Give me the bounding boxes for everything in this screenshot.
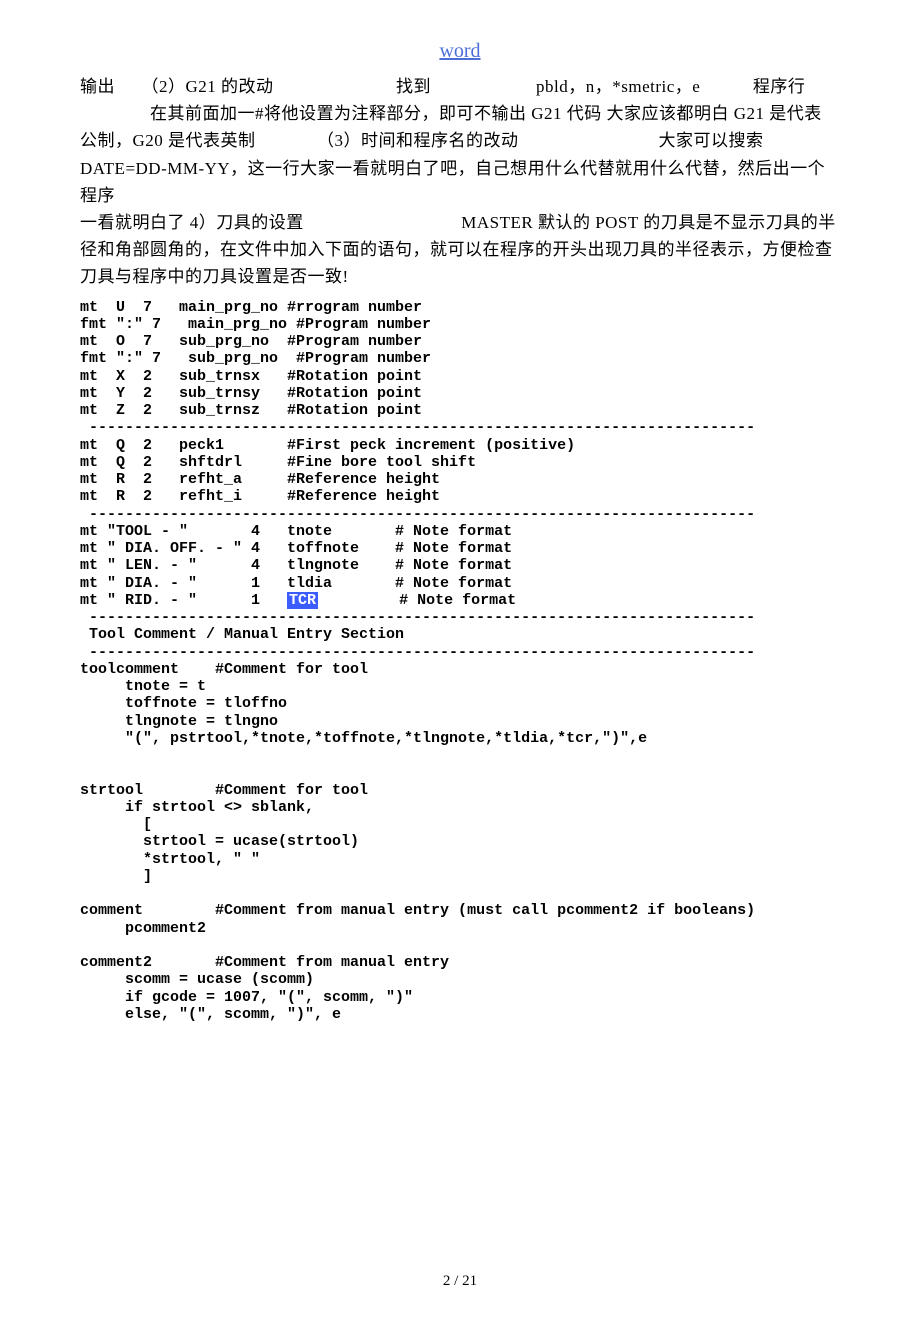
code-block: mt U 7 main_prg_no #rrogram number fmt "… [80,299,840,1024]
code-line: mt "TOOL - " 4 tnote # Note format [80,523,512,540]
text-line: 一看就明白了 4）刀具的设置 MASTER 默认的 POST 的刀具是不显示刀具… [80,209,840,236]
code-line: mt " RID. - " 1 TCR # Note format [80,592,516,609]
code-line: tlngnote = tlngno [80,713,278,730]
page-footer: 2 / 21 [80,1273,840,1290]
code-line: ] [80,868,152,885]
code-line: mt " DIA. - " 1 tldia # Note format [80,575,512,592]
code-line: mt R 2 refht_i #Reference height [80,488,440,505]
code-separator: ----------------------------------------… [80,609,755,626]
code-line: mt R 2 refht_a #Reference height [80,471,440,488]
text-line: 公制，G20 是代表英制 （3）时间和程序名的改动 大家可以搜索 [80,127,840,154]
text-line: 刀具与程序中的刀具设置是否一致! [80,263,840,290]
code-line: Tool Comment / Manual Entry Section [80,626,404,643]
code-line: mt U 7 main_prg_no #rrogram number [80,299,422,316]
code-line: if gcode = 1007, "(", scomm, ")" [80,989,413,1006]
code-line: mt Q 2 shftdrl #Fine bore tool shift [80,454,476,471]
code-line: strtool = ucase(strtool) [80,833,359,850]
code-line: mt Y 2 sub_trnsy #Rotation point [80,385,422,402]
code-line: toffnote = tloffno [80,695,287,712]
code-line: mt Z 2 sub_trnsz #Rotation point [80,402,422,419]
chinese-paragraph: 输出 （2）G21 的改动 找到 pbld，n，*smetric，e 程序行 在… [80,73,840,291]
code-line: fmt ":" 7 main_prg_no #Program number [80,316,431,333]
text-line: 径和角部圆角的，在文件中加入下面的语句，就可以在程序的开头出现刀具的半径表示，方… [80,236,840,263]
code-separator: ----------------------------------------… [80,644,755,661]
code-line: *strtool, " " [80,851,260,868]
code-line: "(", pstrtool,*tnote,*toffnote,*tlngnote… [80,730,647,747]
code-line: if strtool <> sblank, [80,799,314,816]
code-line: mt O 7 sub_prg_no #Program number [80,333,422,350]
code-line: [ [80,816,152,833]
highlighted-text: TCR [287,592,318,609]
code-line: fmt ":" 7 sub_prg_no #Program number [80,350,431,367]
code-line: mt X 2 sub_trnsx #Rotation point [80,368,422,385]
document-page: word 输出 （2）G21 的改动 找到 pbld，n，*smetric，e … [0,0,920,1330]
code-line: pcomment2 [80,920,206,937]
code-line: scomm = ucase (scomm) [80,971,314,988]
header-link-container: word [80,40,840,63]
text-line: 在其前面加一#将他设置为注释部分，即可不输出 G21 代码 大家应该都明白 G2… [80,100,840,127]
code-line: mt Q 2 peck1 #First peck increment (posi… [80,437,575,454]
code-line: comment #Comment from manual entry (must… [80,902,755,919]
code-line: toolcomment #Comment for tool [80,661,368,678]
code-separator: ----------------------------------------… [80,419,755,436]
code-line: strtool #Comment for tool [80,782,368,799]
word-link[interactable]: word [439,40,480,62]
code-separator: ----------------------------------------… [80,506,755,523]
code-line: tnote = t [80,678,206,695]
code-line: mt " LEN. - " 4 tlngnote # Note format [80,557,512,574]
code-line: comment2 #Comment from manual entry [80,954,449,971]
code-line: mt " DIA. OFF. - " 4 toffnote # Note for… [80,540,512,557]
code-line: else, "(", scomm, ")", e [80,1006,341,1023]
text-line: DATE=DD-MM-YY，这一行大家一看就明白了吧，自己想用什么代替就用什么代… [80,155,840,209]
text-line: 输出 （2）G21 的改动 找到 pbld，n，*smetric，e 程序行 [80,73,840,100]
